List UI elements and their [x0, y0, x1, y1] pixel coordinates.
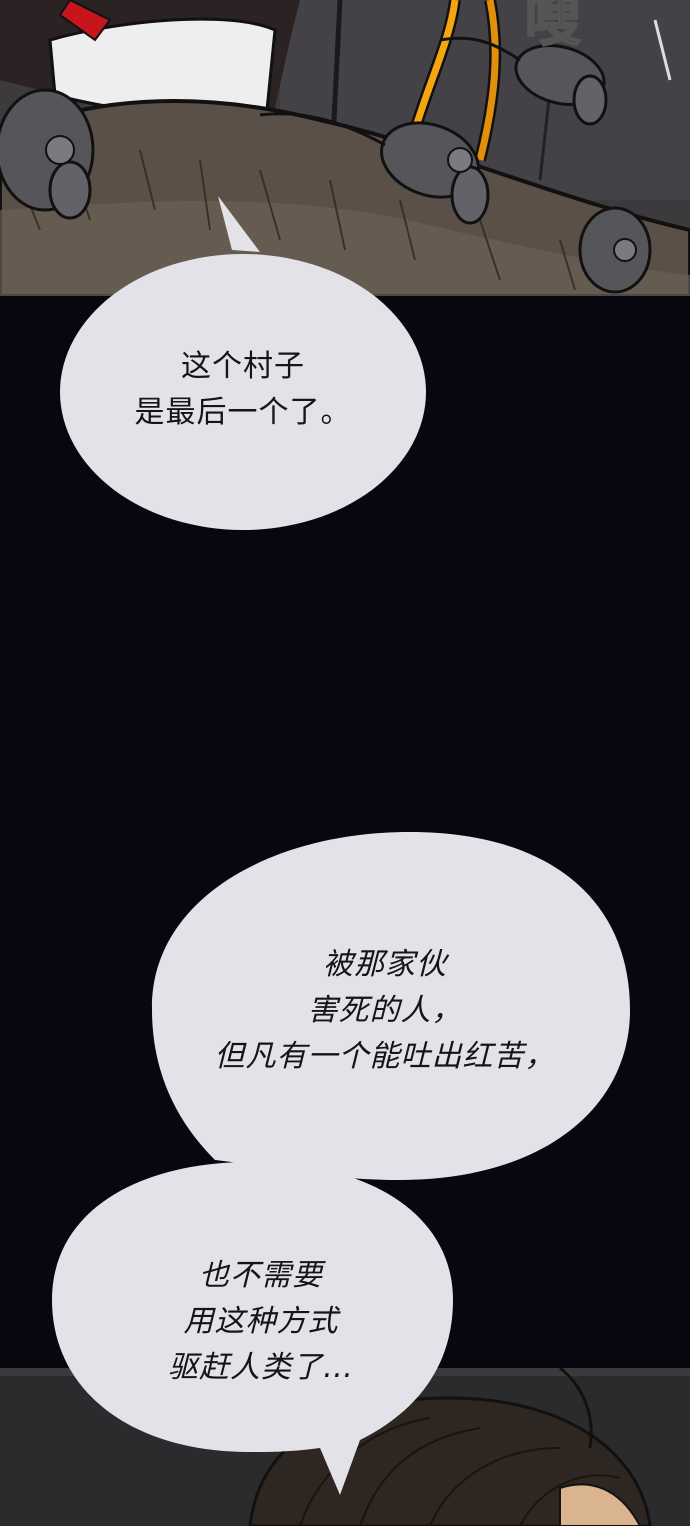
- dialogue-line: 被那家伙: [323, 947, 447, 982]
- speech-bubble-3-text: 也不需要 用这种方式 驱赶人类了…: [106, 1253, 416, 1391]
- dialogue-line: 害死的人，: [307, 993, 463, 1028]
- comic-page: 嗖 这个村子 是最后一个了。 被那家伙 害死的人， 但凡有一个能吐出红苦， 也不…: [0, 0, 690, 1526]
- dialogue-line: 但凡有一个能吐出红苦，: [214, 1039, 556, 1074]
- dialogue-line: 是最后一个了。: [134, 395, 352, 430]
- dialogue-line: 用这种方式: [183, 1304, 339, 1339]
- speech-bubble-1-text: 这个村子 是最后一个了。: [96, 344, 390, 436]
- speech-bubble-2-text: 被那家伙 害死的人， 但凡有一个能吐出红苦，: [170, 942, 600, 1080]
- dialogue-line: 也不需要: [199, 1258, 323, 1293]
- dialogue-line: 驱赶人类了…: [168, 1350, 354, 1385]
- dialogue-line: 这个村子: [181, 349, 305, 384]
